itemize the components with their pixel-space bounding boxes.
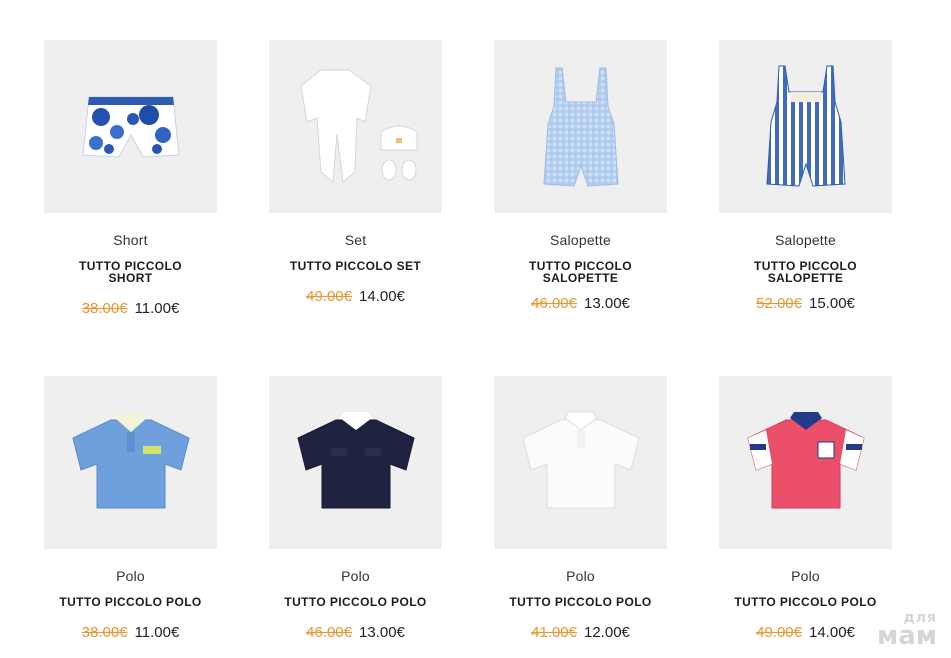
floral-shorts-icon — [81, 96, 180, 158]
product-prices: 38.00€ 11.00€ — [44, 300, 217, 317]
product-title[interactable]: TUTTO PICCOLO SALOPETTE — [526, 260, 636, 284]
old-price: 38.00€ — [81, 624, 128, 641]
blue-polo-icon — [71, 413, 190, 508]
white-polo-icon — [521, 411, 640, 508]
sale-price: 14.00€ — [809, 624, 855, 641]
sale-price: 15.00€ — [809, 295, 855, 312]
product-prices: 38.00€ 11.00€ — [44, 624, 217, 641]
product-image[interactable] — [494, 376, 667, 549]
sale-price: 11.00€ — [134, 624, 180, 641]
old-price: 46.00€ — [306, 624, 352, 641]
red-polo-icon — [746, 411, 865, 508]
product-card[interactable]: Set TUTTO PICCOLO SET 49.00€ 14.00€ — [269, 40, 442, 305]
navy-polo-icon — [296, 411, 415, 508]
old-price: 46.00€ — [531, 295, 577, 312]
product-category: Polo — [116, 568, 145, 584]
product-category: Polo — [791, 568, 820, 584]
product-prices: 46.00€ 13.00€ — [269, 624, 442, 641]
old-price: 49.00€ — [306, 288, 352, 305]
product-card[interactable]: Polo TUTTO PICCOLO POLO 41.00€ 12.00€ — [494, 376, 667, 641]
product-title[interactable]: TUTTO PICCOLO POLO — [56, 596, 206, 608]
product-prices: 52.00€ 15.00€ — [719, 295, 892, 312]
product-title[interactable]: TUTTO PICCOLO SHORT — [56, 260, 206, 284]
product-image[interactable] — [494, 40, 667, 213]
product-image[interactable] — [269, 376, 442, 549]
product-image[interactable] — [44, 376, 217, 549]
old-price: 49.00€ — [756, 624, 802, 641]
product-image[interactable] — [719, 376, 892, 549]
product-card[interactable]: Salopette TUTTO PICCOLO SALOPETTE 52.00€… — [719, 40, 892, 312]
product-category: Short — [113, 232, 148, 248]
sale-price: 11.00€ — [134, 300, 180, 317]
watermark-line2: мам — [876, 620, 937, 651]
product-grid: Short TUTTO PICCOLO SHORT 38.00€ 11.00€ S… — [0, 0, 951, 658]
product-title[interactable]: TUTTO PICCOLO SALOPETTE — [751, 260, 861, 284]
sale-price: 13.00€ — [359, 624, 405, 641]
product-card[interactable]: Polo TUTTO PICCOLO POLO 46.00€ 13.00€ — [269, 376, 442, 641]
white-babygrow-set-icon — [299, 69, 417, 183]
product-card[interactable]: Polo TUTTO PICCOLO POLO 38.00€ 11.00€ — [44, 376, 217, 641]
product-prices: 49.00€ 14.00€ — [269, 288, 442, 305]
gingham-dungarees-icon — [542, 67, 619, 187]
product-category: Salopette — [775, 232, 836, 248]
product-title[interactable]: TUTTO PICCOLO POLO — [281, 596, 431, 608]
sale-price: 12.00€ — [584, 624, 630, 641]
sale-price: 13.00€ — [584, 295, 630, 312]
product-category: Polo — [566, 568, 595, 584]
product-title[interactable]: TUTTO PICCOLO POLO — [731, 596, 881, 608]
sale-price: 14.00€ — [359, 288, 405, 305]
product-title[interactable]: TUTTO PICCOLO POLO — [506, 596, 656, 608]
old-price: 52.00€ — [756, 295, 802, 312]
site-watermark: для мам — [876, 611, 937, 651]
product-image[interactable] — [44, 40, 217, 213]
old-price: 38.00€ — [81, 300, 128, 317]
product-title[interactable]: TUTTO PICCOLO SET — [281, 260, 431, 272]
old-price: 41.00€ — [531, 624, 577, 641]
product-image[interactable] — [719, 40, 892, 213]
product-card[interactable]: Salopette TUTTO PICCOLO SALOPETTE 46.00€… — [494, 40, 667, 312]
product-category: Salopette — [550, 232, 611, 248]
product-category: Set — [344, 232, 367, 248]
product-prices: 41.00€ 12.00€ — [494, 624, 667, 641]
product-prices: 46.00€ 13.00€ — [494, 295, 667, 312]
product-image[interactable] — [269, 40, 442, 213]
product-category: Polo — [341, 568, 370, 584]
product-card[interactable]: Short TUTTO PICCOLO SHORT 38.00€ 11.00€ — [44, 40, 217, 317]
product-prices: 49.00€ 14.00€ — [719, 624, 892, 641]
striped-dungarees-icon — [765, 65, 846, 187]
product-card[interactable]: Polo TUTTO PICCOLO POLO 49.00€ 14.00€ — [719, 376, 892, 641]
